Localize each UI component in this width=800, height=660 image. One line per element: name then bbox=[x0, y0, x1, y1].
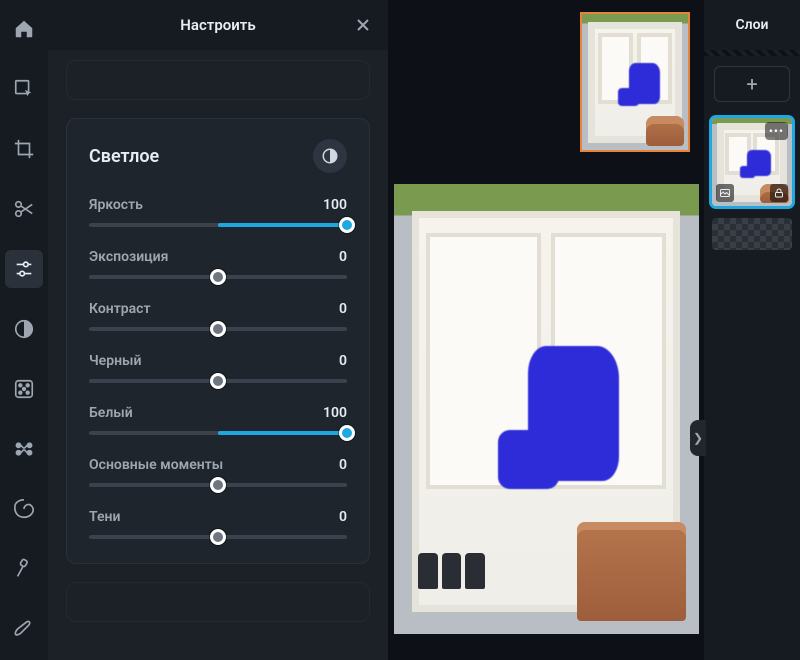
cut-tool-icon[interactable] bbox=[5, 190, 43, 228]
layers-divider bbox=[704, 50, 800, 56]
slider-thumb[interactable] bbox=[210, 269, 226, 285]
adjust-tool-icon[interactable] bbox=[5, 250, 43, 288]
slider-thumb[interactable] bbox=[210, 373, 226, 389]
light-section: Светлое Яркость100Экспозиция0Контраст0Че… bbox=[66, 118, 370, 564]
adjust-panel: Настроить Светлое Яркость100Экспозиция0К… bbox=[48, 0, 388, 660]
navigator-thumbnail[interactable] bbox=[580, 12, 690, 152]
slider-label: Белый bbox=[89, 405, 133, 421]
slider-thumb[interactable] bbox=[210, 321, 226, 337]
slider-label: Яркость bbox=[89, 197, 143, 213]
spiral-tool-icon[interactable] bbox=[5, 490, 43, 528]
slider-value: 0 bbox=[339, 249, 347, 265]
slider-track[interactable] bbox=[89, 483, 347, 487]
heal-tool-icon[interactable] bbox=[5, 550, 43, 588]
effects-tool-icon[interactable] bbox=[5, 370, 43, 408]
slider-value: 100 bbox=[323, 405, 347, 421]
slider-label: Экспозиция bbox=[89, 249, 168, 265]
vertical-toolbar bbox=[0, 0, 48, 660]
layer-options-icon[interactable]: ••• bbox=[765, 122, 788, 140]
slider-label: Основные моменты bbox=[89, 457, 223, 473]
crop-tool-icon[interactable] bbox=[5, 130, 43, 168]
panel-header: Настроить bbox=[48, 0, 388, 50]
slider-row: Яркость 100 bbox=[89, 197, 347, 227]
half-circle-icon[interactable] bbox=[313, 139, 347, 173]
slider-label: Тени bbox=[89, 509, 120, 525]
slider-track[interactable] bbox=[89, 379, 347, 383]
slider-fill bbox=[218, 223, 347, 227]
layers-title: Слои bbox=[704, 0, 800, 50]
expand-layers-icon[interactable]: ❯ bbox=[690, 420, 706, 456]
layers-panel: Слои + ••• bbox=[704, 0, 800, 660]
slider-track[interactable] bbox=[89, 223, 347, 227]
slider-value: 0 bbox=[339, 509, 347, 525]
slider-value: 100 bbox=[323, 197, 347, 213]
panel-title: Настроить bbox=[180, 16, 255, 34]
slider-thumb[interactable] bbox=[339, 217, 355, 233]
slider-track[interactable] bbox=[89, 327, 347, 331]
slider-row: Основные моменты 0 bbox=[89, 457, 347, 487]
slider-row: Черный 0 bbox=[89, 353, 347, 383]
collapsed-section-below[interactable] bbox=[66, 582, 370, 622]
section-title: Светлое bbox=[89, 146, 159, 167]
canvas-area: ❯ bbox=[388, 0, 704, 660]
empty-layer-slot[interactable] bbox=[712, 218, 792, 250]
slider-track[interactable] bbox=[89, 275, 347, 279]
slider-value: 0 bbox=[339, 353, 347, 369]
slider-thumb[interactable] bbox=[210, 529, 226, 545]
slider-fill bbox=[218, 431, 347, 435]
slider-row: Белый 100 bbox=[89, 405, 347, 435]
slider-label: Черный bbox=[89, 353, 141, 369]
select-tool-icon[interactable] bbox=[5, 70, 43, 108]
add-layer-button[interactable]: + bbox=[714, 66, 790, 102]
close-icon[interactable] bbox=[352, 14, 374, 36]
brush-tool-icon[interactable] bbox=[5, 610, 43, 648]
slider-label: Контраст bbox=[89, 301, 151, 317]
contrast-tool-icon[interactable] bbox=[5, 310, 43, 348]
slider-row: Контраст 0 bbox=[89, 301, 347, 331]
liquify-tool-icon[interactable] bbox=[5, 430, 43, 468]
panel-body: Светлое Яркость100Экспозиция0Контраст0Че… bbox=[48, 50, 388, 660]
home-icon[interactable] bbox=[5, 10, 43, 48]
slider-row: Экспозиция 0 bbox=[89, 249, 347, 279]
layer-image-icon[interactable] bbox=[716, 184, 734, 202]
collapsed-section-above[interactable] bbox=[66, 60, 370, 100]
slider-thumb[interactable] bbox=[339, 425, 355, 441]
slider-value: 0 bbox=[339, 457, 347, 473]
layer-lock-icon[interactable] bbox=[770, 184, 788, 202]
layer-thumbnail[interactable]: ••• bbox=[712, 118, 792, 206]
slider-track[interactable] bbox=[89, 535, 347, 539]
slider-thumb[interactable] bbox=[210, 477, 226, 493]
slider-row: Тени 0 bbox=[89, 509, 347, 539]
slider-value: 0 bbox=[339, 301, 347, 317]
canvas-image[interactable] bbox=[394, 184, 699, 634]
slider-track[interactable] bbox=[89, 431, 347, 435]
